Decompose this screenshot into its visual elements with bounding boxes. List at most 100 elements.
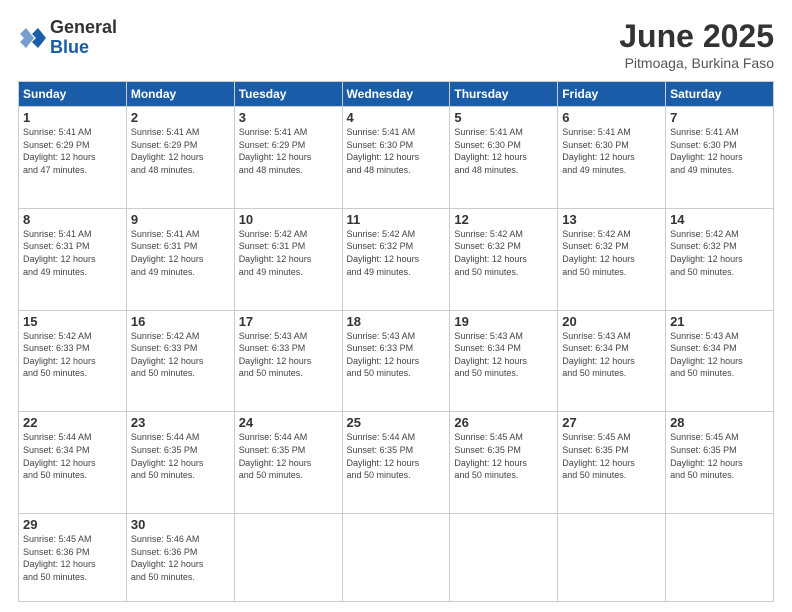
logo-icon xyxy=(18,24,46,52)
day-number: 15 xyxy=(23,314,122,329)
day-number: 27 xyxy=(562,415,661,430)
day-number: 16 xyxy=(131,314,230,329)
day-number: 1 xyxy=(23,110,122,125)
col-header-tuesday: Tuesday xyxy=(234,82,342,107)
calendar-cell: 11Sunrise: 5:42 AMSunset: 6:32 PMDayligh… xyxy=(342,208,450,310)
day-info: Sunrise: 5:45 AMSunset: 6:35 PMDaylight:… xyxy=(454,431,553,481)
calendar-week-5: 29Sunrise: 5:45 AMSunset: 6:36 PMDayligh… xyxy=(19,514,774,602)
day-info: Sunrise: 5:43 AMSunset: 6:34 PMDaylight:… xyxy=(670,330,769,380)
day-info: Sunrise: 5:42 AMSunset: 6:32 PMDaylight:… xyxy=(347,228,446,278)
calendar-week-4: 22Sunrise: 5:44 AMSunset: 6:34 PMDayligh… xyxy=(19,412,774,514)
calendar-week-1: 1Sunrise: 5:41 AMSunset: 6:29 PMDaylight… xyxy=(19,107,774,209)
month-title: June 2025 xyxy=(619,18,774,55)
calendar-cell: 1Sunrise: 5:41 AMSunset: 6:29 PMDaylight… xyxy=(19,107,127,209)
calendar-cell: 25Sunrise: 5:44 AMSunset: 6:35 PMDayligh… xyxy=(342,412,450,514)
calendar-cell: 8Sunrise: 5:41 AMSunset: 6:31 PMDaylight… xyxy=(19,208,127,310)
day-number: 18 xyxy=(347,314,446,329)
col-header-monday: Monday xyxy=(126,82,234,107)
logo-text: General Blue xyxy=(50,18,117,58)
day-number: 29 xyxy=(23,517,122,532)
day-info: Sunrise: 5:41 AMSunset: 6:29 PMDaylight:… xyxy=(23,126,122,176)
day-info: Sunrise: 5:45 AMSunset: 6:35 PMDaylight:… xyxy=(670,431,769,481)
col-header-saturday: Saturday xyxy=(666,82,774,107)
header: General Blue June 2025 Pitmoaga, Burkina… xyxy=(18,18,774,71)
calendar-cell: 28Sunrise: 5:45 AMSunset: 6:35 PMDayligh… xyxy=(666,412,774,514)
calendar-cell: 5Sunrise: 5:41 AMSunset: 6:30 PMDaylight… xyxy=(450,107,558,209)
day-info: Sunrise: 5:42 AMSunset: 6:33 PMDaylight:… xyxy=(23,330,122,380)
day-number: 2 xyxy=(131,110,230,125)
logo-blue-text: Blue xyxy=(50,38,117,58)
day-number: 9 xyxy=(131,212,230,227)
day-number: 8 xyxy=(23,212,122,227)
day-number: 28 xyxy=(670,415,769,430)
day-number: 5 xyxy=(454,110,553,125)
calendar-cell: 12Sunrise: 5:42 AMSunset: 6:32 PMDayligh… xyxy=(450,208,558,310)
day-number: 19 xyxy=(454,314,553,329)
day-number: 6 xyxy=(562,110,661,125)
day-info: Sunrise: 5:42 AMSunset: 6:32 PMDaylight:… xyxy=(454,228,553,278)
calendar-cell: 29Sunrise: 5:45 AMSunset: 6:36 PMDayligh… xyxy=(19,514,127,602)
day-number: 4 xyxy=(347,110,446,125)
calendar-cell: 6Sunrise: 5:41 AMSunset: 6:30 PMDaylight… xyxy=(558,107,666,209)
day-info: Sunrise: 5:41 AMSunset: 6:31 PMDaylight:… xyxy=(23,228,122,278)
day-info: Sunrise: 5:41 AMSunset: 6:29 PMDaylight:… xyxy=(239,126,338,176)
calendar-header-row: SundayMondayTuesdayWednesdayThursdayFrid… xyxy=(19,82,774,107)
calendar-cell: 7Sunrise: 5:41 AMSunset: 6:30 PMDaylight… xyxy=(666,107,774,209)
calendar-cell: 14Sunrise: 5:42 AMSunset: 6:32 PMDayligh… xyxy=(666,208,774,310)
calendar-cell: 15Sunrise: 5:42 AMSunset: 6:33 PMDayligh… xyxy=(19,310,127,412)
day-info: Sunrise: 5:46 AMSunset: 6:36 PMDaylight:… xyxy=(131,533,230,583)
col-header-thursday: Thursday xyxy=(450,82,558,107)
calendar-cell: 30Sunrise: 5:46 AMSunset: 6:36 PMDayligh… xyxy=(126,514,234,602)
day-info: Sunrise: 5:45 AMSunset: 6:36 PMDaylight:… xyxy=(23,533,122,583)
calendar-cell: 3Sunrise: 5:41 AMSunset: 6:29 PMDaylight… xyxy=(234,107,342,209)
calendar-cell: 17Sunrise: 5:43 AMSunset: 6:33 PMDayligh… xyxy=(234,310,342,412)
col-header-friday: Friday xyxy=(558,82,666,107)
day-info: Sunrise: 5:44 AMSunset: 6:35 PMDaylight:… xyxy=(131,431,230,481)
calendar-cell: 18Sunrise: 5:43 AMSunset: 6:33 PMDayligh… xyxy=(342,310,450,412)
calendar-week-3: 15Sunrise: 5:42 AMSunset: 6:33 PMDayligh… xyxy=(19,310,774,412)
day-info: Sunrise: 5:42 AMSunset: 6:31 PMDaylight:… xyxy=(239,228,338,278)
calendar-week-2: 8Sunrise: 5:41 AMSunset: 6:31 PMDaylight… xyxy=(19,208,774,310)
calendar-cell: 23Sunrise: 5:44 AMSunset: 6:35 PMDayligh… xyxy=(126,412,234,514)
day-number: 17 xyxy=(239,314,338,329)
calendar-cell xyxy=(558,514,666,602)
calendar-cell: 2Sunrise: 5:41 AMSunset: 6:29 PMDaylight… xyxy=(126,107,234,209)
day-info: Sunrise: 5:42 AMSunset: 6:33 PMDaylight:… xyxy=(131,330,230,380)
day-info: Sunrise: 5:44 AMSunset: 6:35 PMDaylight:… xyxy=(347,431,446,481)
calendar-cell: 9Sunrise: 5:41 AMSunset: 6:31 PMDaylight… xyxy=(126,208,234,310)
calendar-cell xyxy=(450,514,558,602)
calendar-cell: 26Sunrise: 5:45 AMSunset: 6:35 PMDayligh… xyxy=(450,412,558,514)
day-number: 13 xyxy=(562,212,661,227)
calendar-cell: 19Sunrise: 5:43 AMSunset: 6:34 PMDayligh… xyxy=(450,310,558,412)
calendar-cell: 13Sunrise: 5:42 AMSunset: 6:32 PMDayligh… xyxy=(558,208,666,310)
day-number: 23 xyxy=(131,415,230,430)
calendar-cell xyxy=(234,514,342,602)
day-number: 21 xyxy=(670,314,769,329)
day-info: Sunrise: 5:41 AMSunset: 6:31 PMDaylight:… xyxy=(131,228,230,278)
location: Pitmoaga, Burkina Faso xyxy=(619,55,774,71)
calendar-cell: 22Sunrise: 5:44 AMSunset: 6:34 PMDayligh… xyxy=(19,412,127,514)
day-number: 25 xyxy=(347,415,446,430)
day-number: 11 xyxy=(347,212,446,227)
day-info: Sunrise: 5:43 AMSunset: 6:34 PMDaylight:… xyxy=(454,330,553,380)
calendar-cell: 20Sunrise: 5:43 AMSunset: 6:34 PMDayligh… xyxy=(558,310,666,412)
page: General Blue June 2025 Pitmoaga, Burkina… xyxy=(0,0,792,612)
title-block: June 2025 Pitmoaga, Burkina Faso xyxy=(619,18,774,71)
col-header-wednesday: Wednesday xyxy=(342,82,450,107)
day-number: 26 xyxy=(454,415,553,430)
day-number: 3 xyxy=(239,110,338,125)
day-number: 7 xyxy=(670,110,769,125)
day-number: 10 xyxy=(239,212,338,227)
day-info: Sunrise: 5:41 AMSunset: 6:30 PMDaylight:… xyxy=(347,126,446,176)
day-info: Sunrise: 5:43 AMSunset: 6:33 PMDaylight:… xyxy=(347,330,446,380)
day-info: Sunrise: 5:45 AMSunset: 6:35 PMDaylight:… xyxy=(562,431,661,481)
logo-general-text: General xyxy=(50,18,117,38)
day-info: Sunrise: 5:41 AMSunset: 6:30 PMDaylight:… xyxy=(670,126,769,176)
day-info: Sunrise: 5:42 AMSunset: 6:32 PMDaylight:… xyxy=(670,228,769,278)
calendar-table: SundayMondayTuesdayWednesdayThursdayFrid… xyxy=(18,81,774,602)
calendar-cell: 24Sunrise: 5:44 AMSunset: 6:35 PMDayligh… xyxy=(234,412,342,514)
day-number: 20 xyxy=(562,314,661,329)
calendar-cell: 16Sunrise: 5:42 AMSunset: 6:33 PMDayligh… xyxy=(126,310,234,412)
logo: General Blue xyxy=(18,18,117,58)
calendar-cell: 27Sunrise: 5:45 AMSunset: 6:35 PMDayligh… xyxy=(558,412,666,514)
